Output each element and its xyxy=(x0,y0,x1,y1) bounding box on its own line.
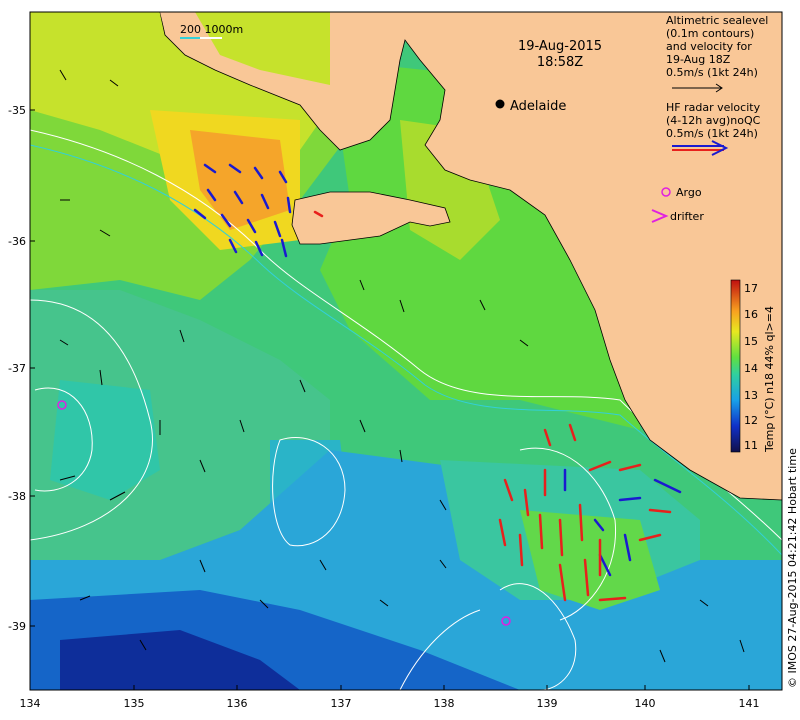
colorbar-tick: 11 xyxy=(744,439,758,452)
lat-tick-label: -36 xyxy=(8,235,26,248)
lon-tick-label: 134 xyxy=(20,697,41,710)
lon-tick-label: 138 xyxy=(434,697,455,710)
lat-tick-label: -38 xyxy=(8,490,26,503)
adelaide-marker xyxy=(495,99,505,109)
adelaide-label: Adelaide xyxy=(510,99,566,114)
lon-tick-label: 141 xyxy=(739,697,760,710)
legend-sealevel-line: (0.1m contours) xyxy=(666,27,754,40)
legend-sealevel-line: Altimetric sealevel xyxy=(666,14,768,27)
lat-tick-label: -39 xyxy=(8,620,26,633)
legend-drifter-label: drifter xyxy=(670,210,704,223)
colorbar-tick: 15 xyxy=(744,335,758,348)
colorbar-label: Temp (°C) n18 44% ql>=4 xyxy=(763,306,776,453)
colorbar-tick: 17 xyxy=(744,282,758,295)
depth-scale: 200 1000m xyxy=(180,23,243,39)
lon-tick-label: 135 xyxy=(124,697,145,710)
legend-hf-line: HF radar velocity xyxy=(666,101,761,114)
credit-label: © IMOS 27-Aug-2015 04:21:42 Hobart time xyxy=(786,448,799,688)
lat-tick-label: -37 xyxy=(8,362,26,375)
map-time: 18:58Z xyxy=(537,55,583,70)
colorbar-tick: 12 xyxy=(744,414,758,427)
scale-label: 200 1000m xyxy=(180,23,243,36)
legend-sealevel-line: 0.5m/s (1kt 24h) xyxy=(666,66,758,79)
legend-sealevel-line: 19-Aug 18Z xyxy=(666,53,731,66)
lat-tick-label: -35 xyxy=(8,104,26,117)
sst-map-figure: 200 1000m 19-Aug-2015 18:58Z Adelaide Al… xyxy=(8,11,799,710)
legend-hf-line: 0.5m/s (1kt 24h) xyxy=(666,127,758,140)
lon-tick-label: 136 xyxy=(227,697,248,710)
colorbar-tick: 13 xyxy=(744,389,758,402)
legend-sealevel-line: and velocity for xyxy=(666,40,752,53)
colorbar-tick: 16 xyxy=(744,308,758,321)
colorbar-tick: 14 xyxy=(744,362,758,375)
lon-tick-label: 137 xyxy=(331,697,352,710)
lon-tick-label: 140 xyxy=(635,697,656,710)
map-date: 19-Aug-2015 xyxy=(518,39,602,54)
legend-argo-label: Argo xyxy=(676,186,702,199)
legend-hf-line: (4-12h avg)noQC xyxy=(666,114,761,127)
lon-tick-label: 139 xyxy=(537,697,558,710)
